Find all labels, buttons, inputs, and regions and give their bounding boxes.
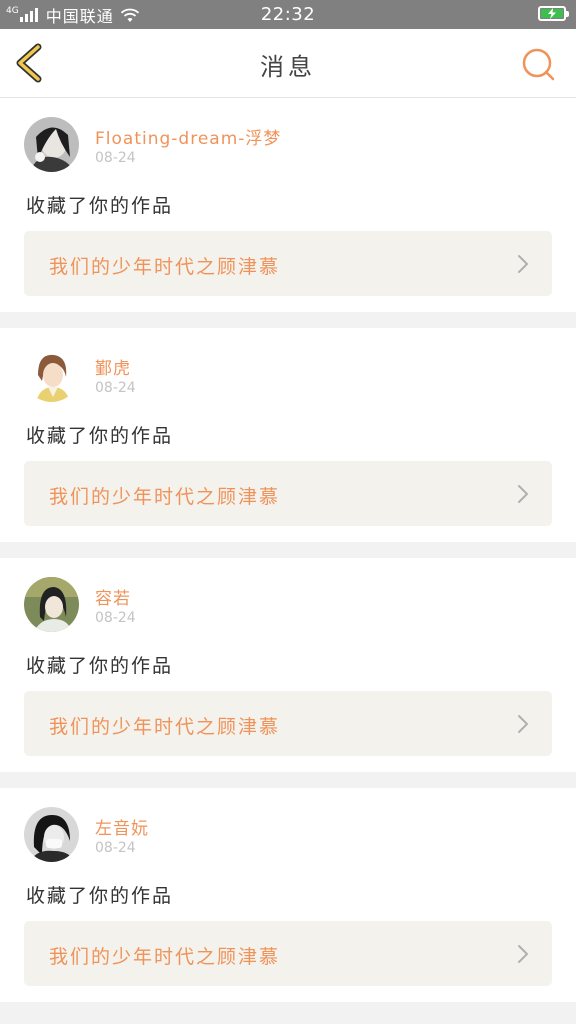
- work-link[interactable]: 我们的少年时代之顾津慕: [24, 231, 552, 296]
- chevron-right-icon: [518, 485, 528, 503]
- message-item: Floating-dream-浮梦 08-24 收藏了你的作品 我们的少年时代之…: [0, 98, 576, 312]
- timestamp: 08-24: [95, 840, 136, 856]
- work-link[interactable]: 我们的少年时代之顾津慕: [24, 461, 552, 526]
- work-title: 我们的少年时代之顾津慕: [49, 486, 281, 508]
- avatar[interactable]: [24, 577, 79, 632]
- action-text: 收藏了你的作品: [26, 655, 174, 677]
- username[interactable]: Floating-dream-浮梦: [95, 124, 281, 149]
- avatar[interactable]: [24, 117, 79, 172]
- message-item: 左音妧 08-24 收藏了你的作品 我们的少年时代之顾津慕: [0, 788, 576, 1002]
- avatar[interactable]: [24, 347, 79, 402]
- status-bar: 4G 中国联通 22:32: [0, 0, 576, 29]
- battery-icon: [538, 6, 569, 21]
- timestamp: 08-24: [95, 150, 136, 166]
- work-title: 我们的少年时代之顾津慕: [49, 946, 281, 968]
- search-icon[interactable]: [520, 46, 556, 82]
- chevron-right-icon: [518, 945, 528, 963]
- timestamp: 08-24: [95, 610, 136, 626]
- message-item: 容若 08-24 收藏了你的作品 我们的少年时代之顾津慕: [0, 558, 576, 772]
- work-title: 我们的少年时代之顾津慕: [49, 256, 281, 278]
- username[interactable]: 容若: [95, 584, 131, 609]
- chevron-right-icon: [518, 715, 528, 733]
- message-item: 鄞虎 08-24 收藏了你的作品 我们的少年时代之顾津慕: [0, 328, 576, 542]
- action-text: 收藏了你的作品: [26, 885, 174, 907]
- page-title: 消息: [260, 53, 316, 81]
- header: 消息: [0, 29, 576, 98]
- message-list: Floating-dream-浮梦 08-24 收藏了你的作品 我们的少年时代之…: [0, 98, 576, 1018]
- username[interactable]: 左音妧: [95, 814, 149, 839]
- action-text: 收藏了你的作品: [26, 425, 174, 447]
- work-title: 我们的少年时代之顾津慕: [49, 716, 281, 738]
- work-link[interactable]: 我们的少年时代之顾津慕: [24, 691, 552, 756]
- charging-bolt-icon: [548, 8, 556, 19]
- avatar[interactable]: [24, 807, 79, 862]
- work-link[interactable]: 我们的少年时代之顾津慕: [24, 921, 552, 986]
- chevron-right-icon: [518, 255, 528, 273]
- action-text: 收藏了你的作品: [26, 195, 174, 217]
- username[interactable]: 鄞虎: [95, 354, 131, 379]
- timestamp: 08-24: [95, 380, 136, 396]
- clock: 22:32: [260, 4, 316, 25]
